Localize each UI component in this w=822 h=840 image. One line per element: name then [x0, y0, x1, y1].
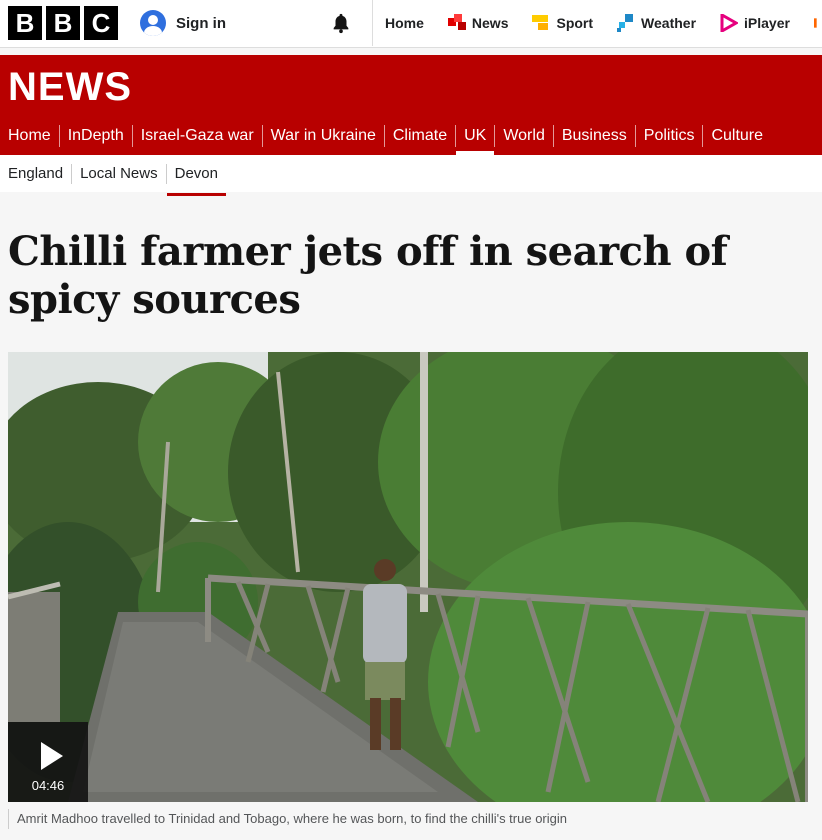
top-nav-label: Sport — [556, 15, 594, 31]
top-nav: Home News Sport Weather iPlayer — [372, 0, 822, 46]
play-icon — [41, 742, 63, 770]
logo-letter-b1: B — [8, 6, 42, 40]
main-nav: Home InDepth Israel-Gaza war War in Ukra… — [0, 117, 771, 155]
jungle-bridge-image — [8, 352, 808, 802]
main-nav-politics[interactable]: Politics — [634, 125, 703, 147]
top-nav-iplayer[interactable]: iPlayer — [708, 0, 802, 46]
iplayer-icon — [720, 14, 739, 32]
news-header: NEWS Home InDepth Israel-Gaza war War in… — [0, 55, 822, 155]
top-nav-label: Weather — [641, 15, 697, 31]
sign-in-label: Sign in — [176, 14, 226, 32]
main-nav-ukraine[interactable]: War in Ukraine — [261, 125, 384, 147]
top-bar: B B C Sign in Home News Sport Weather iP… — [0, 0, 822, 48]
main-nav-climate[interactable]: Climate — [383, 125, 455, 147]
news-icon — [447, 14, 466, 30]
sounds-icon — [813, 18, 817, 28]
user-icon — [140, 10, 166, 36]
sub-nav: England Local News Devon — [0, 155, 822, 196]
top-nav-label: iPlayer — [744, 15, 790, 31]
main-nav-culture[interactable]: Culture — [702, 125, 771, 147]
main-nav-home[interactable]: Home — [0, 125, 59, 147]
sub-nav-devon[interactable]: Devon — [165, 163, 227, 196]
top-nav-label: News — [471, 15, 509, 31]
main-nav-israel-gaza[interactable]: Israel-Gaza war — [131, 125, 262, 147]
image-caption: Amrit Madhoo travelled to Trinidad and T… — [8, 809, 808, 829]
article-video-thumbnail[interactable] — [8, 352, 808, 802]
main-nav-world[interactable]: World — [494, 125, 553, 147]
top-nav-news[interactable]: News — [436, 0, 521, 46]
top-nav-label: Home — [385, 15, 424, 31]
main-nav-indepth[interactable]: InDepth — [58, 125, 132, 147]
video-duration: 04:46 — [31, 778, 65, 793]
logo-letter-b2: B — [46, 6, 80, 40]
top-nav-sport[interactable]: Sport — [520, 0, 605, 46]
section-title[interactable]: NEWS — [8, 65, 132, 110]
sub-nav-england[interactable]: England — [0, 164, 71, 184]
bell-icon[interactable] — [330, 12, 352, 34]
bbc-logo[interactable]: B B C — [8, 6, 118, 40]
sub-nav-local-news[interactable]: Local News — [71, 163, 166, 184]
logo-letter-c: C — [84, 6, 118, 40]
main-nav-business[interactable]: Business — [552, 125, 635, 147]
top-nav-home[interactable]: Home — [373, 0, 436, 46]
sign-in-link[interactable]: Sign in — [140, 8, 226, 38]
video-play-button[interactable]: 04:46 — [8, 722, 88, 802]
sport-icon — [532, 15, 549, 30]
weather-icon — [617, 14, 634, 32]
article-headline: Chilli farmer jets off in search of spic… — [8, 228, 728, 323]
main-nav-uk[interactable]: UK — [455, 125, 495, 155]
top-nav-weather[interactable]: Weather — [605, 0, 708, 46]
top-nav-more[interactable] — [802, 0, 822, 46]
